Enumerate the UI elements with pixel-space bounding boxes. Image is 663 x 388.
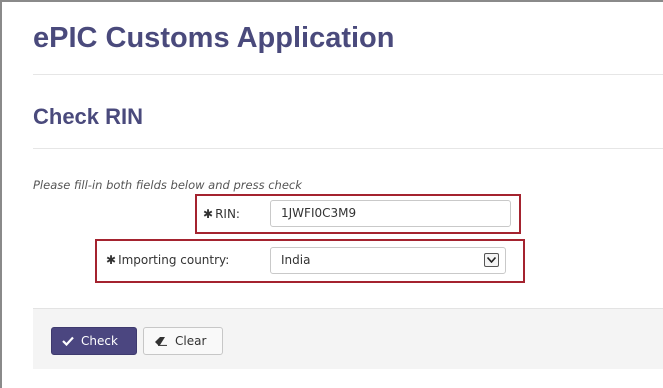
importing-country-select[interactable]: India	[270, 247, 506, 274]
rin-label: ✱ RIN:	[203, 207, 240, 221]
importing-country-value: India	[281, 253, 311, 267]
clear-button[interactable]: Clear	[143, 327, 223, 355]
required-marker: ✱	[203, 207, 214, 221]
window-border-top	[0, 0, 663, 2]
window-border-left	[0, 0, 2, 388]
rin-label-text: RIN:	[215, 207, 240, 221]
eraser-icon	[154, 336, 168, 346]
checkmark-icon	[62, 336, 74, 346]
clear-button-label: Clear	[175, 334, 207, 348]
rin-input[interactable]: 1JWFI0C3M9	[270, 200, 511, 227]
check-button[interactable]: Check	[51, 327, 137, 355]
form-instructions: Please fill-in both fields below and pre…	[33, 178, 302, 192]
divider	[33, 74, 663, 75]
app-title: ePIC Customs Application	[33, 22, 395, 54]
importing-country-label: ✱ Importing country:	[106, 253, 229, 267]
required-marker: ✱	[106, 253, 117, 267]
page-title: Check RIN	[33, 104, 144, 129]
chevron-down-icon[interactable]	[484, 253, 499, 267]
importing-country-label-text: Importing country:	[118, 253, 230, 267]
check-button-label: Check	[81, 334, 118, 348]
divider	[33, 148, 663, 149]
